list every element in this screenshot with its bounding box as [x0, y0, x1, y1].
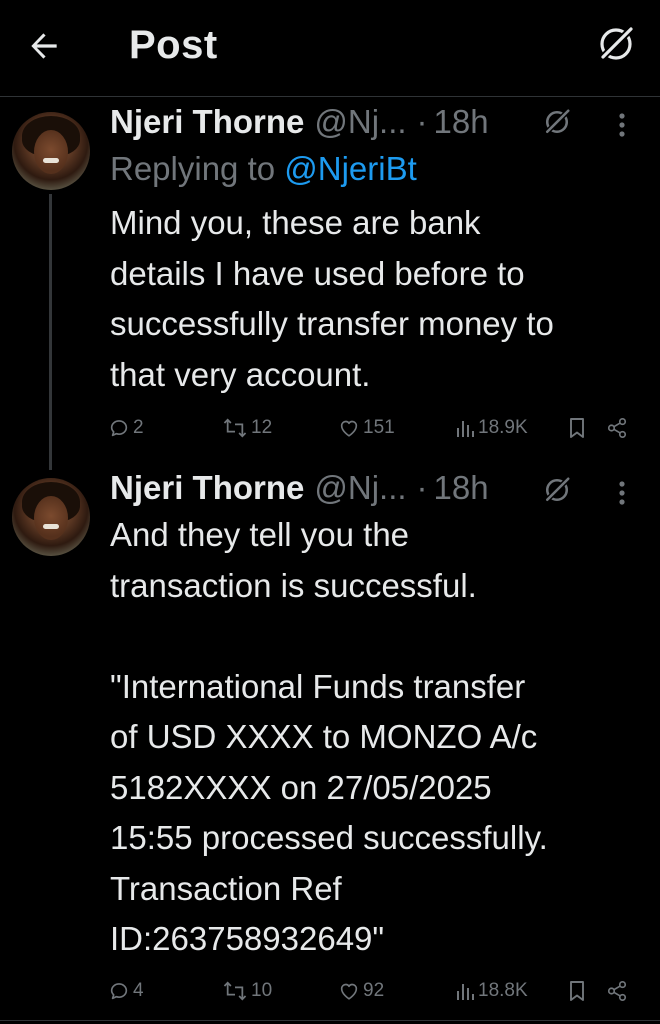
- repost-button[interactable]: 10: [222, 975, 272, 1007]
- tweet-text-line: "International Funds transfer: [110, 667, 526, 705]
- separator-dot: ·: [416, 469, 428, 506]
- timestamp[interactable]: 18h: [434, 469, 489, 507]
- tweet-text-line: 15:55 processed successfully.: [110, 819, 548, 856]
- reply-button[interactable]: 4: [108, 975, 144, 1007]
- grok-icon: [544, 477, 570, 503]
- like-button[interactable]: 92: [338, 975, 384, 1007]
- tweet-header: Njeri Thorne @Nj... · 18h: [110, 468, 489, 508]
- share-icon: [607, 981, 627, 1001]
- tweet-text-line: 5182XXXX on 27/05/2025: [110, 768, 492, 806]
- view-count: 18.8K: [478, 980, 528, 1001]
- reply-count: 4: [133, 980, 144, 1001]
- author-name[interactable]: Njeri Thorne: [110, 469, 304, 507]
- repost-count: 10: [251, 980, 273, 1001]
- repost-icon: [223, 981, 247, 1001]
- tweet-text-line: And they tell you the: [110, 516, 410, 553]
- tweet-text-line: Transaction Ref: [110, 869, 342, 907]
- grok-button[interactable]: [540, 473, 574, 507]
- tweet-text-line: of USD XXXX to MONZO A/c: [110, 718, 538, 755]
- tweet-text-line: [110, 611, 650, 662]
- divider: [0, 1020, 660, 1021]
- tweet-text-line: ID:263758932649": [110, 920, 385, 957]
- views-button[interactable]: 18.8K: [455, 975, 528, 1007]
- more-options-button[interactable]: [610, 473, 634, 513]
- tweet[interactable]: Njeri Thorne @Nj... · 18h And they tell …: [0, 0, 660, 1024]
- views-icon: [457, 984, 474, 1000]
- tweet-text-line: transaction is successful.: [110, 566, 477, 604]
- reply-icon: [110, 983, 128, 1000]
- action-bar: 4 10 92 18.8K: [0, 975, 660, 1007]
- heart-icon: [340, 983, 358, 1000]
- like-count: 92: [363, 980, 385, 1001]
- bookmark-button[interactable]: [568, 975, 586, 1007]
- author-handle[interactable]: @Nj...: [314, 469, 406, 507]
- avatar[interactable]: [12, 478, 90, 556]
- tweet-text: And they tell you the transaction is suc…: [110, 510, 650, 965]
- share-button[interactable]: [606, 975, 628, 1007]
- more-vertical-icon: [619, 481, 625, 505]
- bookmark-icon: [570, 981, 584, 1001]
